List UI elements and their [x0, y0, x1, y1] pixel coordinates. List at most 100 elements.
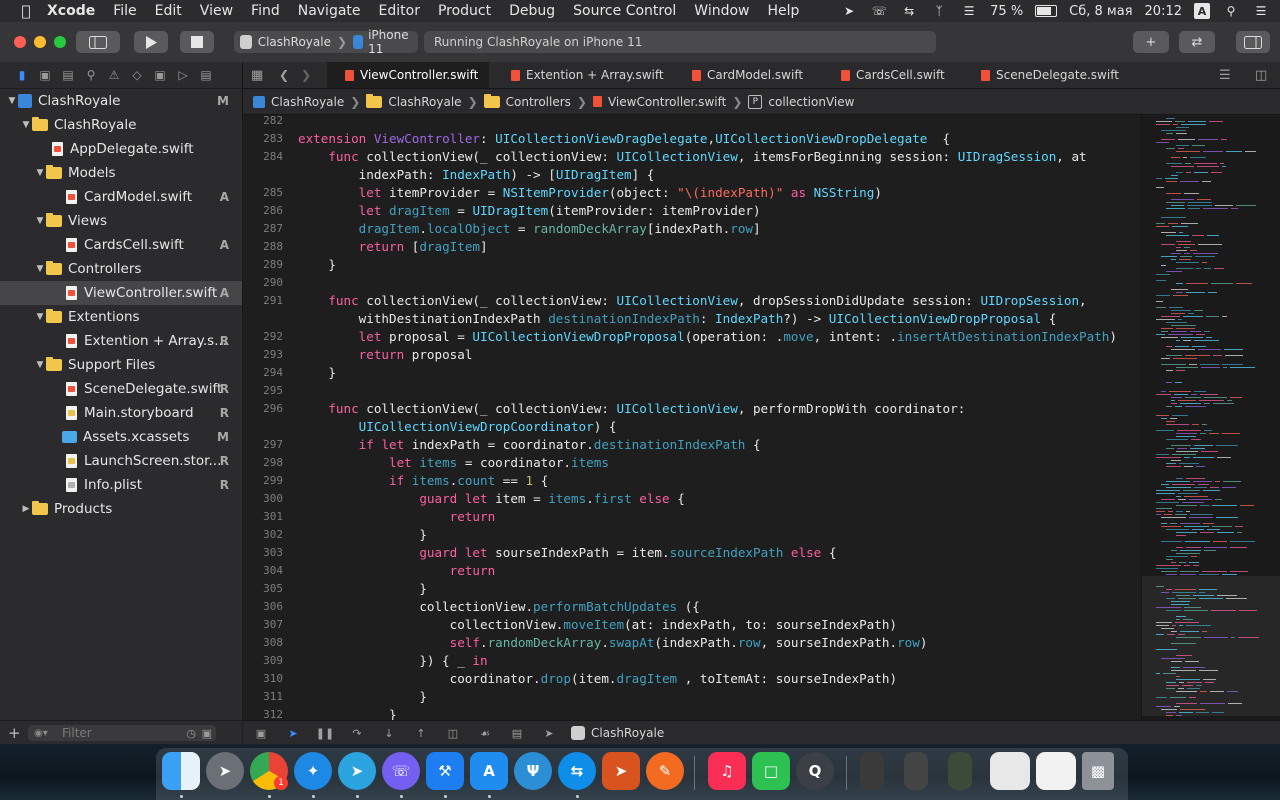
location-icon[interactable]: ➤ [840, 4, 858, 18]
menu-help[interactable]: Help [759, 3, 809, 19]
minimize-window-button[interactable] [34, 36, 46, 48]
apple-icon[interactable]:  [14, 2, 38, 20]
library-button[interactable]: + [1133, 31, 1169, 53]
tree-item-extention-array[interactable]: Extention + Array.s... R [0, 329, 242, 353]
toggle-inspector-button[interactable] [1236, 31, 1270, 53]
breakpoint-icon[interactable]: ▷ [175, 67, 191, 83]
preview-thumb-4[interactable] [990, 752, 1030, 790]
preview-thumb-2[interactable] [904, 752, 928, 790]
tree-item-group-controllers[interactable]: ▼ Controllers [0, 257, 242, 281]
launchpad-icon[interactable]: ➤ [206, 752, 244, 790]
menubar-date[interactable]: Сб, 8 мая [1069, 4, 1132, 19]
jump-project[interactable]: ClashRoyale [271, 95, 344, 109]
run-button[interactable] [134, 31, 168, 53]
step-out-icon[interactable]: ↑ [413, 726, 429, 740]
debug-target-name[interactable]: ClashRoyale [591, 726, 664, 740]
preview-thumb-1[interactable] [860, 752, 884, 790]
menu-app-name[interactable]: Xcode [38, 3, 104, 19]
tree-item-launchscreen[interactable]: LaunchScreen.stor... R [0, 449, 242, 473]
tree-item-group-models[interactable]: ▼ Models [0, 161, 242, 185]
zoom-window-button[interactable] [54, 36, 66, 48]
tab-viewcontroller[interactable]: ViewController.swift [327, 62, 489, 88]
music-icon[interactable]: ♫ [708, 752, 746, 790]
tree-item-group-products[interactable]: ▶ Products [0, 497, 242, 521]
jump-group[interactable]: ClashRoyale [388, 95, 461, 109]
add-file-button[interactable]: + [8, 724, 21, 742]
test-icon[interactable]: ◇ [129, 67, 145, 83]
menu-source-control[interactable]: Source Control [564, 3, 685, 19]
sketch-icon[interactable]: ✎ [646, 752, 684, 790]
tree-item-cardscell[interactable]: CardsCell.swift A [0, 233, 242, 257]
rocket-icon[interactable]: ➤ [602, 752, 640, 790]
disclosure-open-icon[interactable]: ▼ [34, 312, 46, 322]
preview-thumb-5[interactable] [1036, 752, 1076, 790]
step-into-icon[interactable]: ↓ [381, 726, 397, 740]
menu-edit[interactable]: Edit [146, 3, 191, 19]
tree-item-viewcontroller[interactable]: ViewController.swift A [0, 281, 242, 305]
disclosure-open-icon[interactable]: ▼ [34, 264, 46, 274]
jump-symbol[interactable]: collectionView [768, 95, 854, 109]
jump-folder[interactable]: Controllers [506, 95, 571, 109]
telegram-icon[interactable]: ➤ [338, 752, 376, 790]
tree-item-appdelegate[interactable]: AppDelegate.swift [0, 137, 242, 161]
code-review-button[interactable]: ⇄ [1179, 31, 1215, 53]
xcode-icon[interactable]: ⚒ [426, 752, 464, 790]
editor-options-icon[interactable]: ☰ [1219, 62, 1231, 88]
memory-graph-icon[interactable]: ☙ [477, 726, 493, 740]
tree-item-main-storyboard[interactable]: Main.storyboard R [0, 401, 242, 425]
tab-scenedelegate[interactable]: SceneDelegate.swift [981, 62, 1119, 88]
tree-item-group-views[interactable]: ▼ Views [0, 209, 242, 233]
tree-item-group-clashroyale[interactable]: ▼ ClashRoyale [0, 113, 242, 137]
menu-window[interactable]: Window [685, 3, 758, 19]
view-hierarchy-icon[interactable]: ◫ [445, 726, 461, 740]
tree-item-scenedelegate[interactable]: SceneDelegate.swift R [0, 377, 242, 401]
source-control-icon[interactable]: ▣ [37, 67, 53, 83]
quicktime-icon[interactable]: Q [796, 752, 834, 790]
filter-options-icon[interactable]: ◉▾ [34, 728, 48, 739]
input-source-icon[interactable]: A [1194, 3, 1210, 19]
facetime-icon[interactable]: □ [752, 752, 790, 790]
filter-input[interactable]: ◉▾ Filter ◷ ▣ [28, 725, 216, 741]
tree-item-assets[interactable]: Assets.xcassets M [0, 425, 242, 449]
warning-icon[interactable]: ⚠ [106, 67, 122, 83]
menu-editor[interactable]: Editor [370, 3, 429, 19]
jump-file[interactable]: ViewController.swift [608, 95, 726, 109]
app-store-icon[interactable]: A [470, 752, 508, 790]
step-over-icon[interactable]: ↷ [349, 726, 365, 740]
source-editor[interactable]: 282 283 extension ViewController: UICollec… [243, 116, 1141, 720]
scheme-selector[interactable]: ClashRoyale ❯ iPhone 11 [234, 28, 418, 56]
tree-item-cardmodel[interactable]: CardModel.swift A [0, 185, 242, 209]
viber-status-icon[interactable]: ☏ [870, 4, 888, 18]
tab-extention-array[interactable]: Extention + Array.swift [511, 62, 664, 88]
forward-icon[interactable]: ❯ [301, 62, 311, 88]
disclosure-open-icon[interactable]: ▼ [34, 216, 46, 226]
disclosure-closed-icon[interactable]: ▶ [20, 504, 32, 514]
toggle-navigator-button[interactable] [76, 31, 120, 53]
tree-item-group-extentions[interactable]: ▼ Extentions [0, 305, 242, 329]
disclosure-open-icon[interactable]: ▼ [34, 168, 46, 178]
menu-file[interactable]: File [104, 3, 145, 19]
simulate-location-icon[interactable]: ➤ [541, 726, 557, 740]
menu-product[interactable]: Product [429, 3, 500, 19]
scm-filter-icon[interactable]: ▣ [202, 727, 212, 740]
preview-thumb-3[interactable] [948, 752, 972, 790]
menu-view[interactable]: View [191, 3, 242, 19]
viber-icon[interactable]: ☏ [382, 752, 420, 790]
pause-icon[interactable]: ❚❚ [316, 726, 334, 740]
search-icon[interactable]: ⚲ [83, 67, 99, 83]
hierarchy-icon[interactable]: ▤ [60, 67, 76, 83]
stop-button[interactable] [180, 31, 214, 53]
recent-files-icon[interactable]: ◷ [186, 727, 196, 740]
wifi-icon[interactable]: ☰ [960, 4, 978, 18]
trash-icon[interactable]: ▩ [1082, 752, 1114, 790]
teamviewer-icon[interactable]: ⇆ [558, 752, 596, 790]
report-icon[interactable]: ▤ [198, 67, 214, 83]
back-icon[interactable]: ❮ [279, 62, 289, 88]
debug-icon[interactable]: ▣ [152, 67, 168, 83]
spotlight-icon[interactable]: ⚲ [1222, 4, 1240, 18]
related-items-icon[interactable]: ▦ [251, 62, 263, 88]
notification-center-icon[interactable]: ☰ [1252, 4, 1270, 18]
disclosure-open-icon[interactable]: ▼ [34, 360, 46, 370]
tree-item-group-support-files[interactable]: ▼ Support Files [0, 353, 242, 377]
split-editor-icon[interactable]: ◫ [1255, 62, 1267, 88]
